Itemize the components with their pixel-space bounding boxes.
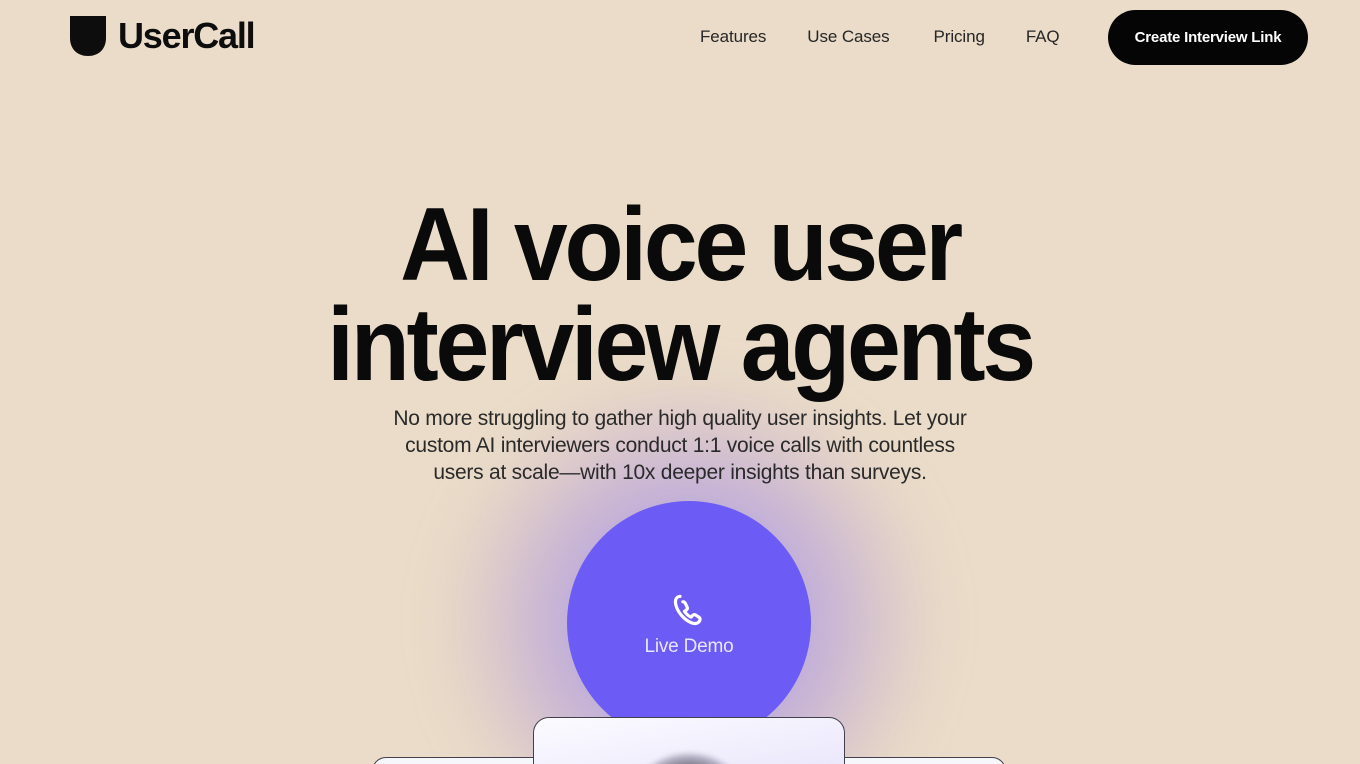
- nav-item-pricing[interactable]: Pricing: [934, 27, 985, 47]
- page-title: AI voice user interview agents: [48, 193, 1313, 397]
- brand-logo-link[interactable]: UserCall: [68, 14, 256, 58]
- nav-item-use-cases[interactable]: Use Cases: [807, 27, 889, 47]
- nav-item-features[interactable]: Features: [700, 27, 766, 47]
- hero-subheadline: No more struggling to gather high qualit…: [393, 407, 967, 484]
- headline-line-1: AI voice user: [400, 187, 963, 303]
- avatar: [635, 754, 743, 764]
- headline-line-2: interview agents: [327, 286, 1036, 403]
- hero-section: AI voice user interview agents No more s…: [0, 0, 1360, 764]
- main-navigation: Features Use Cases Pricing FAQ: [700, 27, 1060, 47]
- site-header: UserCall Features Use Cases Pricing FAQ …: [0, 0, 1360, 70]
- nav-item-faq[interactable]: FAQ: [1026, 27, 1060, 47]
- create-interview-link-button[interactable]: Create Interview Link: [1108, 10, 1308, 65]
- participant-card-center[interactable]: [533, 717, 845, 764]
- live-demo-label: Live Demo: [644, 635, 734, 657]
- live-demo-button[interactable]: Live Demo: [567, 501, 811, 745]
- shield-icon: [68, 14, 108, 58]
- brand-name: UserCall: [118, 15, 256, 56]
- phone-icon: [669, 591, 709, 637]
